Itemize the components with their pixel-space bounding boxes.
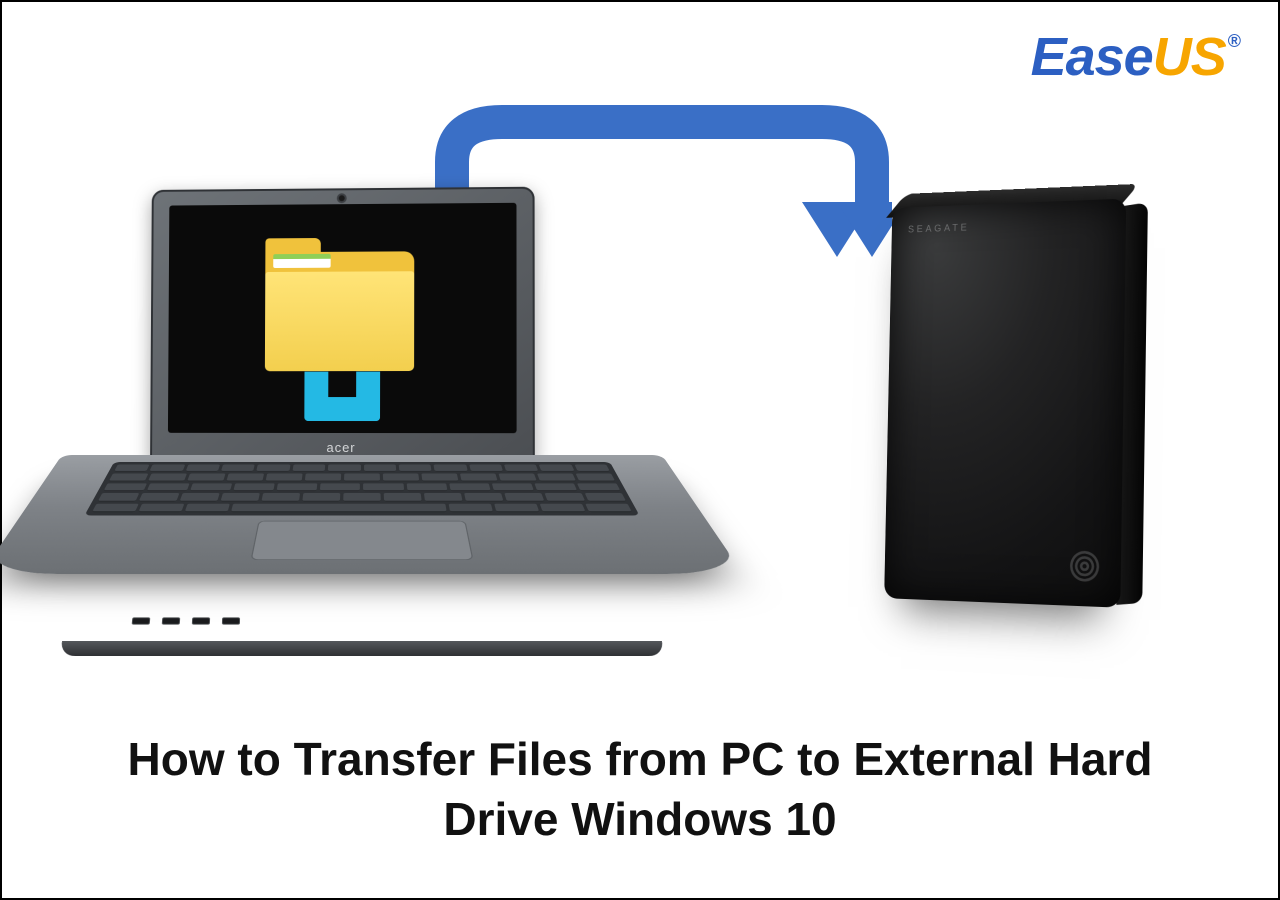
file-explorer-icon: [257, 233, 426, 403]
laptop-base: [0, 455, 743, 574]
laptop-keyboard: [84, 462, 639, 516]
laptop-ports: [132, 617, 240, 624]
laptop-illustration: acer: [62, 187, 662, 627]
laptop-display: [168, 203, 517, 433]
external-hdd-illustration: SEAGATE: [884, 199, 1126, 608]
seagate-spiral-icon: [1068, 548, 1102, 584]
laptop-brand-label: acer: [150, 440, 535, 456]
laptop-screen: acer: [150, 187, 535, 464]
illustration-stage: acer SEAGATE: [2, 72, 1278, 692]
hdd-face: SEAGATE: [884, 199, 1126, 608]
registered-mark: ®: [1228, 31, 1240, 52]
laptop-trackpad: [250, 521, 473, 560]
article-title: How to Transfer Files from PC to Externa…: [2, 730, 1278, 850]
laptop-front-edge: [59, 641, 665, 656]
hdd-brand-label: SEAGATE: [908, 222, 970, 235]
webcam-icon: [339, 195, 345, 201]
